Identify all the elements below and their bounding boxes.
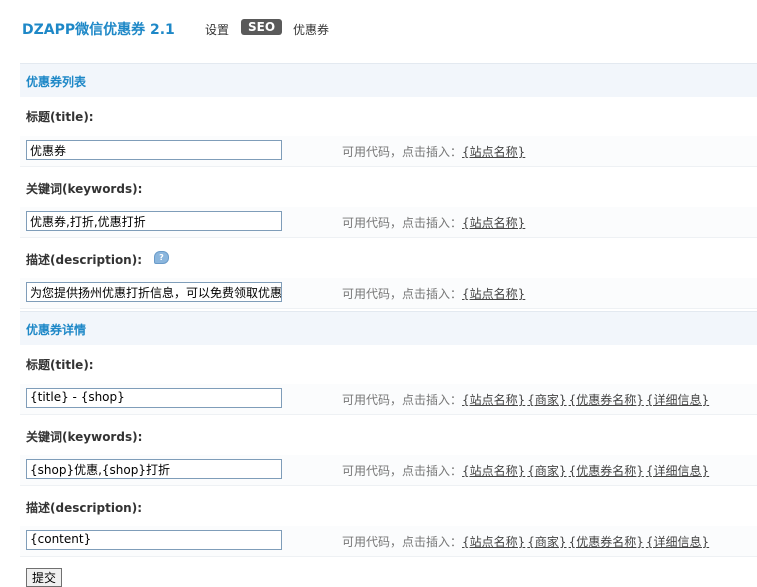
- code-site-name[interactable]: {站点名称}: [462, 287, 525, 301]
- code-site-name[interactable]: {站点名称}: [462, 216, 525, 230]
- code-coupon-name[interactable]: {优惠券名称}: [569, 393, 644, 407]
- submit-button[interactable]: 提交: [26, 568, 62, 587]
- code-details[interactable]: {详细信息}: [646, 464, 709, 478]
- section-header-list: 优惠券列表: [20, 63, 757, 97]
- code-hint: 可用代码，点击插入：{站点名称}: [342, 214, 527, 231]
- section-title: 优惠券详情: [26, 323, 87, 337]
- field-label-list-keywords: 关键词(keywords):: [26, 182, 143, 196]
- nav-coupons[interactable]: 优惠券: [293, 21, 329, 38]
- detail-title-input[interactable]: {title} - {shop}: [26, 388, 282, 408]
- section-title: 优惠券列表: [26, 75, 87, 89]
- help-icon[interactable]: ?: [154, 251, 169, 264]
- code-shop[interactable]: {商家}: [527, 535, 566, 549]
- detail-description-input[interactable]: {content}: [26, 530, 282, 550]
- nav-seo[interactable]: SEO: [241, 19, 283, 35]
- code-site-name[interactable]: {站点名称}: [462, 393, 525, 407]
- hint-prefix: 可用代码，点击插入：: [342, 145, 463, 159]
- hint-prefix: 可用代码，点击插入：: [342, 216, 463, 230]
- top-bar: DZAPP微信优惠券 2.1 设置 SEO 优惠券: [0, 0, 757, 52]
- code-site-name[interactable]: {站点名称}: [462, 464, 525, 478]
- code-details[interactable]: {详细信息}: [646, 393, 709, 407]
- code-hint: 可用代码，点击插入：{站点名称} {商家} {优惠券名称} {详细信息}: [342, 462, 711, 479]
- field-label-list-title: 标题(title):: [26, 110, 94, 124]
- field-label-detail-title: 标题(title):: [26, 358, 94, 372]
- code-details[interactable]: {详细信息}: [646, 535, 709, 549]
- list-title-input[interactable]: 优惠券: [26, 140, 282, 160]
- field-label-detail-description: 描述(description):: [26, 501, 143, 515]
- code-coupon-name[interactable]: {优惠券名称}: [569, 535, 644, 549]
- code-shop[interactable]: {商家}: [527, 464, 566, 478]
- list-keywords-input[interactable]: 优惠券,打折,优惠打折: [26, 211, 282, 231]
- code-shop[interactable]: {商家}: [527, 393, 566, 407]
- app-title: DZAPP微信优惠券 2.1: [22, 22, 175, 38]
- code-hint: 可用代码，点击插入：{站点名称} {商家} {优惠券名称} {详细信息}: [342, 391, 711, 408]
- field-label-detail-keywords: 关键词(keywords):: [26, 430, 143, 444]
- code-hint: 可用代码，点击插入：{站点名称}: [342, 143, 527, 160]
- code-site-name[interactable]: {站点名称}: [462, 145, 525, 159]
- field-label-list-description: 描述(description):: [26, 253, 143, 267]
- hint-prefix: 可用代码，点击插入：: [342, 535, 463, 549]
- code-hint: 可用代码，点击插入：{站点名称} {商家} {优惠券名称} {详细信息}: [342, 533, 711, 550]
- section-header-detail: 优惠券详情: [20, 311, 757, 345]
- hint-prefix: 可用代码，点击插入：: [342, 393, 463, 407]
- code-site-name[interactable]: {站点名称}: [462, 535, 525, 549]
- hint-prefix: 可用代码，点击插入：: [342, 287, 463, 301]
- nav-settings[interactable]: 设置: [205, 21, 229, 38]
- list-description-input[interactable]: 为您提供扬州优惠打折信息，可以免费领取优惠:: [26, 282, 282, 302]
- code-coupon-name[interactable]: {优惠券名称}: [569, 464, 644, 478]
- detail-keywords-input[interactable]: {shop}优惠,{shop}打折: [26, 459, 282, 479]
- code-hint: 可用代码，点击插入：{站点名称}: [342, 285, 527, 302]
- hint-prefix: 可用代码，点击插入：: [342, 464, 463, 478]
